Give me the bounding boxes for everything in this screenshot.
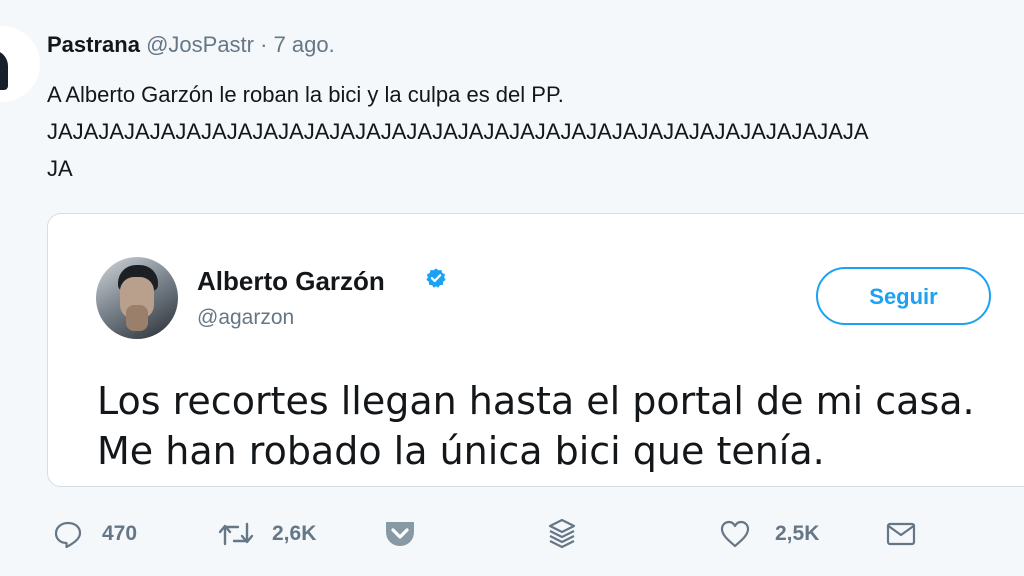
retweet-icon <box>218 522 254 546</box>
tweet-text-line: JAJAJAJAJAJAJAJAJAJAJAJAJAJAJAJAJAJAJAJA… <box>47 119 869 144</box>
quoted-tweet-text: Los recortes llegan hasta el portal de m… <box>97 376 975 476</box>
reply-count: 470 <box>102 522 138 545</box>
message-action[interactable] <box>885 516 917 552</box>
pocket-icon <box>386 522 414 546</box>
stack-action[interactable] <box>546 516 578 552</box>
tweet-text-line: A Alberto Garzón le roban la bici y la c… <box>47 82 564 107</box>
author-name[interactable]: Pastrana <box>47 32 140 57</box>
quoted-author-name[interactable]: Alberto Garzón <box>197 266 385 297</box>
stack-icon <box>548 518 576 549</box>
separator: · <box>260 32 268 57</box>
author-handle[interactable]: @JosPastr <box>146 32 254 57</box>
author-avatar[interactable] <box>0 26 40 102</box>
tweet-header: Pastrana @JosPastr · 7 ago. <box>47 32 335 58</box>
tweet-date[interactable]: 7 ago. <box>274 32 335 57</box>
retweet-action[interactable]: 2,6K <box>216 516 316 552</box>
quoted-author-handle[interactable]: @agarzon <box>197 306 294 330</box>
like-count: 2,5K <box>775 522 820 545</box>
pocket-action[interactable] <box>383 516 417 552</box>
heart-icon <box>720 520 750 548</box>
reply-action[interactable]: 470 <box>52 516 137 552</box>
quoted-tweet-card[interactable]: Alberto Garzón @agarzon Seguir Los recor… <box>47 213 1024 487</box>
reply-icon <box>54 521 82 549</box>
tweet-text-line: JA <box>47 156 73 181</box>
quoted-author-avatar[interactable] <box>96 257 178 339</box>
tweet-text: A Alberto Garzón le roban la bici y la c… <box>47 76 1024 187</box>
follow-button[interactable]: Seguir <box>816 267 991 325</box>
like-action[interactable]: 2,5K <box>719 516 819 552</box>
quoted-text-line: Los recortes llegan hasta el portal de m… <box>97 379 975 423</box>
verified-icon <box>426 268 446 288</box>
retweet-count: 2,6K <box>272 522 317 545</box>
envelope-icon <box>886 522 916 546</box>
quoted-text-line: Me han robado la única bici que tenía. <box>97 429 825 473</box>
